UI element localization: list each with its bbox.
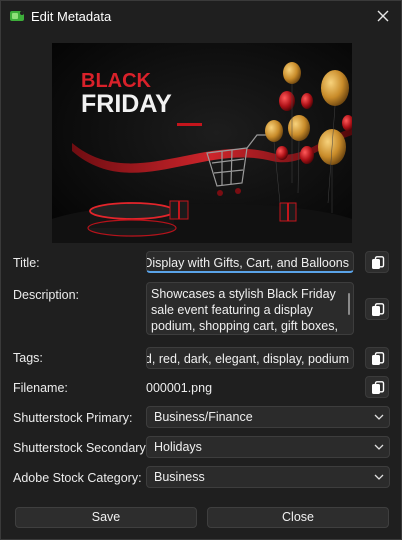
filename-label: Filename:: [13, 381, 68, 395]
close-icon[interactable]: [373, 6, 393, 26]
copy-icon: [372, 381, 385, 394]
chevron-down-icon: [374, 444, 384, 450]
tags-input-text: old, red, dark, elegant, display, podium: [146, 352, 349, 366]
shutterstock-primary-value: Business/Finance: [154, 410, 253, 424]
tags-input[interactable]: old, red, dark, elegant, display, podium: [146, 347, 354, 369]
save-button[interactable]: Save: [15, 507, 197, 528]
title-input-text: e Display with Gifts, Cart, and Balloons: [146, 256, 349, 270]
description-line: podium, shopping cart, gift boxes,: [151, 319, 338, 333]
description-line: Showcases a stylish Black Friday: [151, 287, 336, 301]
title-label: Title:: [13, 256, 40, 270]
shutterstock-secondary-value: Holidays: [154, 440, 202, 454]
description-scrollbar[interactable]: [348, 293, 350, 315]
copy-icon: [372, 352, 385, 365]
title-input[interactable]: e Display with Gifts, Cart, and Balloons: [146, 251, 354, 273]
chevron-down-icon: [374, 474, 384, 480]
app-icon: [10, 11, 24, 21]
title-bar: Edit Metadata: [1, 1, 401, 32]
filename-value: 000001.png: [146, 381, 213, 395]
edit-metadata-dialog: Edit Metadata BLACK FRIDAY Title: e Disp…: [0, 0, 402, 540]
shutterstock-primary-select[interactable]: Business/Finance: [146, 406, 390, 428]
shutterstock-primary-label: Shutterstock Primary:: [13, 411, 133, 425]
copy-icon: [372, 303, 385, 316]
preview-headline-black: BLACK: [81, 70, 152, 92]
image-preview: BLACK FRIDAY: [52, 43, 352, 243]
description-line: sale event featuring a display: [151, 303, 313, 317]
close-button[interactable]: Close: [207, 507, 389, 528]
adobe-stock-category-select[interactable]: Business: [146, 466, 390, 488]
copy-filename-button[interactable]: [365, 376, 389, 398]
copy-icon: [372, 256, 385, 269]
adobe-stock-category-value: Business: [154, 470, 205, 484]
chevron-down-icon: [374, 414, 384, 420]
window-title: Edit Metadata: [31, 9, 112, 24]
description-label: Description:: [13, 288, 79, 302]
copy-description-button[interactable]: [365, 298, 389, 320]
tags-label: Tags:: [13, 351, 43, 365]
copy-title-button[interactable]: [365, 251, 389, 273]
copy-tags-button[interactable]: [365, 347, 389, 369]
preview-artwork: BLACK FRIDAY: [52, 43, 352, 243]
preview-headline-friday: FRIDAY: [81, 90, 172, 118]
adobe-stock-category-label: Adobe Stock Category:: [13, 471, 142, 485]
shutterstock-secondary-select[interactable]: Holidays: [146, 436, 390, 458]
description-textarea[interactable]: Showcases a stylish Black Friday sale ev…: [146, 282, 354, 335]
shutterstock-secondary-label: Shutterstock Secondary:: [13, 441, 150, 455]
